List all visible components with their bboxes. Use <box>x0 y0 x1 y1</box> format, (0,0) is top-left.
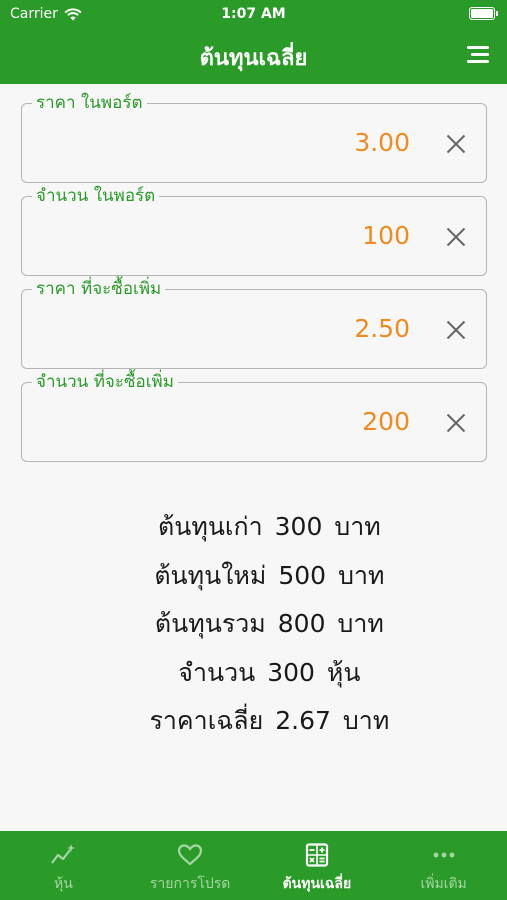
result-unit: บาท <box>338 560 385 590</box>
result-value: 300 <box>267 657 315 687</box>
tab-average-cost[interactable]: ต้นทุนเฉลี่ย <box>254 831 381 900</box>
tab-label: เพิ่มเติม <box>420 876 467 892</box>
field-label: จำนวน ในพอร์ต <box>32 185 160 207</box>
field-value[interactable]: 100 <box>362 221 410 250</box>
menu-line-icon <box>467 60 489 63</box>
clear-icon[interactable] <box>446 413 466 433</box>
menu-line-icon <box>471 53 489 56</box>
result-unit: หุ้น <box>326 657 361 687</box>
clear-icon[interactable] <box>446 227 466 247</box>
field-label: ราคา ที่จะซื้อเพิ่ม <box>32 278 166 300</box>
clear-icon[interactable] <box>446 134 466 154</box>
more-dots-icon <box>433 852 455 858</box>
tab-label: ต้นทุนเฉลี่ย <box>282 876 352 892</box>
status-bar: Carrier 1:07 AM <box>0 0 507 28</box>
result-unit: บาท <box>337 609 384 638</box>
tab-more[interactable]: เพิ่มเติม <box>380 831 507 900</box>
results-panel: ต้นทุนเก่า 300 บาท ต้นทุนใหม่ 500 บาท ต้นทุน… <box>0 478 507 735</box>
header: Carrier 1:07 AM ต้นทุนเฉลี่ย <box>0 0 507 84</box>
field-value[interactable]: 2.50 <box>354 314 410 343</box>
result-unit: บาท <box>342 706 390 735</box>
field-value[interactable]: 3.00 <box>354 128 410 157</box>
tab-label: รายการโปรด <box>149 876 231 892</box>
result-label: จำนวน <box>178 657 256 687</box>
result-old-cost: ต้นทุนเก่า 300 บาท <box>0 478 507 541</box>
menu-button[interactable] <box>465 46 489 64</box>
tab-label: หุ้น <box>53 876 73 892</box>
field-label: ราคา ในพอร์ต <box>32 92 147 114</box>
quantity-to-buy-field[interactable]: จำนวน ที่จะซื้อเพิ่ม 200 <box>21 371 487 462</box>
price-to-buy-field[interactable]: ราคา ที่จะซื้อเพิ่ม 2.50 <box>21 278 487 369</box>
page-title: ต้นทุนเฉลี่ย <box>199 46 308 71</box>
result-value: 2.67 <box>275 706 331 735</box>
menu-line-icon <box>467 46 489 49</box>
status-time: 1:07 AM <box>221 6 286 22</box>
calculator-icon <box>305 843 328 867</box>
result-unit: บาท <box>334 512 381 541</box>
heart-icon <box>178 844 203 866</box>
price-in-port-field[interactable]: ราคา ในพอร์ต 3.00 <box>21 92 487 183</box>
tab-stocks[interactable]: หุ้น <box>0 831 127 900</box>
quantity-in-port-field[interactable]: จำนวน ในพอร์ต 100 <box>21 185 487 276</box>
result-label: ต้นทุนใหม่ <box>154 560 267 590</box>
result-label: ราคาเฉลี่ย <box>149 706 264 735</box>
field-value[interactable]: 200 <box>362 407 410 436</box>
result-label: ต้นทุนรวม <box>154 609 266 638</box>
clear-icon[interactable] <box>446 320 466 340</box>
result-value: 800 <box>277 609 326 638</box>
field-label: จำนวน ที่จะซื้อเพิ่ม <box>32 371 178 393</box>
battery-icon <box>469 7 498 20</box>
tab-favorites[interactable]: รายการโปรด <box>127 831 254 900</box>
tab-bar: หุ้น รายการโปรด ต้นทุนเฉลี่ย เพิ่มเติม <box>0 831 507 900</box>
result-value: 500 <box>278 560 327 590</box>
result-label: ต้นทุนเก่า <box>158 512 263 541</box>
result-value: 300 <box>274 512 323 541</box>
chart-sparkle-icon <box>51 844 76 864</box>
